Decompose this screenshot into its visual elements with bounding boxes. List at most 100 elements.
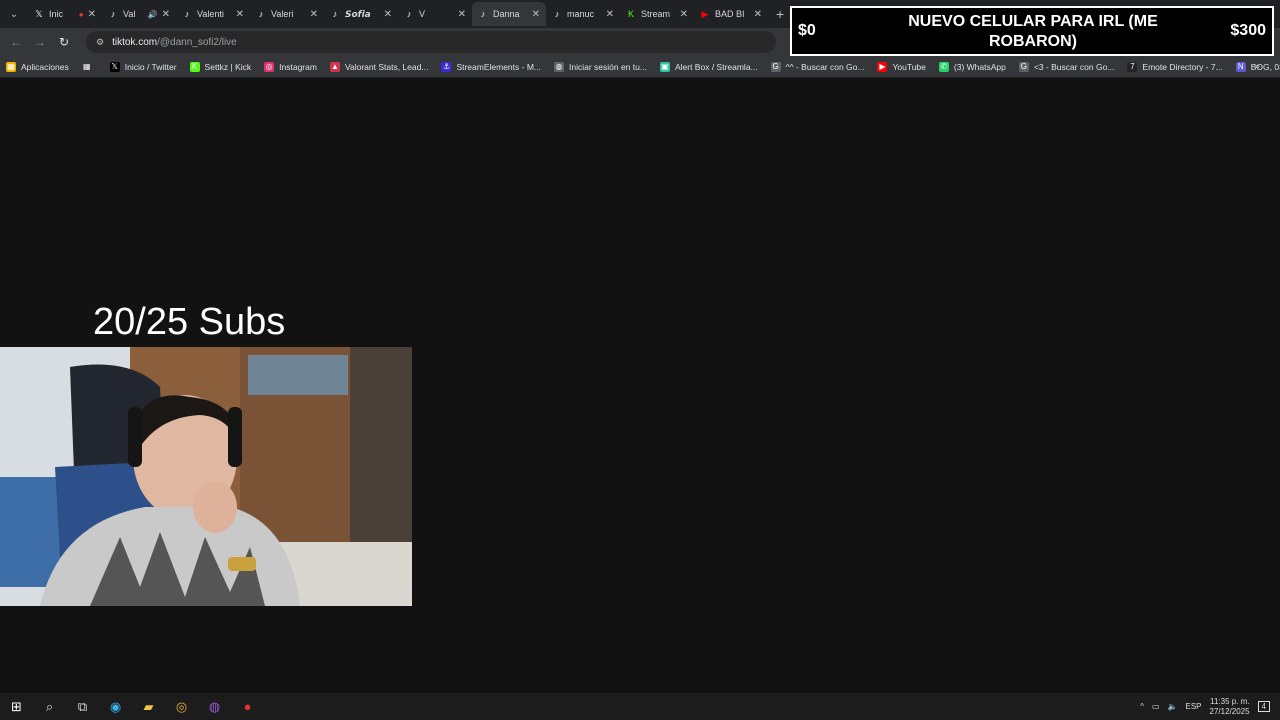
notification-icon[interactable]: 4	[1257, 701, 1270, 712]
volume-icon[interactable]: 🔈	[1168, 702, 1178, 711]
clock[interactable]: 11:35 p. m. 27/12/2025	[1210, 697, 1250, 717]
close-tab-icon[interactable]: ✕	[458, 9, 466, 20]
x-icon: 𝕏	[109, 61, 120, 72]
bookmark-label: StreamElements - M...	[456, 61, 541, 72]
bookmark-item[interactable]: K Settkz | Kick	[189, 61, 251, 72]
tracker-icon: ▲	[329, 61, 340, 72]
url-path: /@dann_sofi2/live	[157, 36, 237, 48]
tiktok-icon: ♪	[184, 9, 190, 19]
tab-title: manuc	[567, 9, 595, 19]
bookmark-item[interactable]: G <3 - Buscar con Go...	[1018, 61, 1114, 72]
bookmark-item[interactable]: ◎ Instagram	[264, 61, 317, 72]
chevron-down-icon: ⌄	[9, 8, 19, 20]
streamelements-icon: ⚓	[441, 61, 452, 72]
globe-icon: ◍	[554, 61, 564, 72]
windows-start-icon[interactable]: ⊞	[0, 693, 33, 720]
back-button[interactable]: ←	[4, 35, 28, 49]
tiktok-icon: ♪	[406, 9, 412, 19]
file-explorer-icon[interactable]: ▰	[132, 693, 165, 720]
obs-icon[interactable]: ●	[231, 693, 264, 720]
bookmark-item[interactable]: ▲ Valorant Stats, Lead...	[329, 61, 428, 72]
recording-icon[interactable]: ●	[79, 10, 84, 19]
chrome-icon[interactable]: ◎	[165, 693, 198, 720]
bookmark-item[interactable]: ⚓ StreamElements - M...	[441, 61, 541, 72]
bookmark-label: Alert Box / Streamla...	[674, 61, 758, 72]
google-icon: G	[1018, 61, 1029, 72]
language-indicator[interactable]: ESP	[1185, 702, 1201, 711]
tab-4[interactable]: ♪ 𝙎𝙤𝙛𝙞𝙖 ✕	[324, 2, 398, 26]
apps-icon: ▦	[6, 61, 16, 72]
tab-1[interactable]: ♪ Val 🔊 ✕	[102, 2, 176, 26]
bookmarks-overflow-button[interactable]: »	[1254, 61, 1260, 72]
close-tab-icon[interactable]: ✕	[384, 9, 392, 20]
whatsapp-icon: ✆	[938, 61, 949, 72]
tiktok-icon: ♪	[110, 9, 116, 19]
tab-0[interactable]: 𝕏 Inic ● ✕	[28, 2, 102, 26]
tab-8[interactable]: K Stream ✕	[620, 2, 694, 26]
bookmark-label: Emote Directory - 7...	[1142, 61, 1223, 72]
address-bar[interactable]: ⚙ tiktok.com/@dann_sofi2/live	[86, 31, 776, 53]
task-view-icon[interactable]: ⧉	[66, 693, 99, 720]
tiktok-icon: ♪	[258, 9, 264, 19]
tiktok-icon: ♪	[480, 9, 486, 19]
tab-title: BAD BI	[715, 9, 745, 19]
close-tab-icon[interactable]: ✕	[88, 9, 96, 20]
bookmark-item[interactable]: ▣ Alert Box / Streamla...	[659, 61, 758, 72]
goal-current: $0	[798, 22, 816, 39]
tiktok-icon: ♪	[554, 9, 560, 19]
chevron-up-icon[interactable]: ^	[1140, 702, 1144, 711]
system-tray: ^ ▭ 🔈 ESP 11:35 p. m. 27/12/2025 4	[1140, 693, 1280, 720]
goal-target: $300	[1230, 22, 1266, 39]
close-tab-icon[interactable]: ✕	[310, 9, 318, 20]
bookmark-item[interactable]: G ^^ - Buscar con Go...	[770, 61, 864, 72]
instagram-icon: ◎	[264, 61, 275, 72]
network-icon[interactable]: ▭	[1152, 702, 1160, 711]
tab-search-button[interactable]: ⌄	[4, 4, 24, 24]
tab-title: Val	[123, 9, 136, 19]
bookmark-item[interactable]: 7 Emote Directory - 7...	[1127, 61, 1223, 72]
forward-button[interactable]: →	[28, 35, 52, 49]
bookmark-label: Iniciar sesión en tu...	[569, 61, 647, 72]
tab-3[interactable]: ♪ Valeri ✕	[250, 2, 324, 26]
close-tab-icon[interactable]: ✕	[680, 9, 688, 20]
bookmark-item[interactable]: ◍ Iniciar sesión en tu...	[554, 61, 647, 72]
bookmark-label: (3) WhatsApp	[953, 61, 1006, 72]
tab-title: Valenti	[197, 9, 224, 19]
close-tab-icon[interactable]: ✕	[532, 9, 540, 20]
new-tab-button[interactable]: +	[776, 6, 784, 22]
close-tab-icon[interactable]: ✕	[754, 9, 762, 20]
tab-2[interactable]: ♪ Valenti ✕	[176, 2, 250, 26]
clock-date: 27/12/2025	[1209, 706, 1250, 716]
bookmark-item[interactable]: ▶ YouTube	[877, 61, 926, 72]
tiktok-icon: ♪	[332, 9, 338, 19]
tab-6[interactable]: ♪ Danna ✕	[472, 2, 546, 26]
webcam-image	[0, 347, 412, 606]
tab-7[interactable]: ♪ manuc ✕	[546, 2, 620, 26]
x-icon: 𝕏	[35, 8, 43, 19]
grid-icon: ▦	[81, 61, 92, 72]
site-info-icon[interactable]: ⚙	[96, 37, 104, 48]
twitch-like-app-icon[interactable]: ◍	[198, 693, 231, 720]
tab-title: Valeri	[271, 9, 294, 19]
bookmark-item[interactable]: ▦ Aplicaciones	[6, 61, 69, 72]
audio-playing-icon[interactable]: 🔊	[148, 10, 158, 19]
url-host: tiktok.com	[112, 36, 158, 48]
windows-taskbar: ⊞ ⌕ ⧉ ◉ ▰ ◎ ◍ ● ^ ▭ 🔈 ESP 11:35 p. m. 27…	[0, 693, 1280, 720]
close-tab-icon[interactable]: ✕	[162, 9, 170, 20]
close-tab-icon[interactable]: ✕	[236, 9, 244, 20]
bookmark-item[interactable]: ▦	[81, 61, 97, 72]
tab-title: Inic	[49, 9, 64, 19]
tab-9[interactable]: ▶ BAD BI ✕	[694, 2, 768, 26]
bookmarks-bar: ▦ Aplicaciones ▦ 𝕏 Inicio / Twitter K Settkz |…	[0, 56, 1280, 78]
youtube-icon: ▶	[877, 61, 888, 72]
7tv-icon: 7	[1127, 61, 1138, 72]
tab-5[interactable]: ♪ V ✕	[398, 2, 472, 26]
search-icon[interactable]: ⌕	[33, 693, 66, 720]
reload-button[interactable]: ↻	[52, 35, 76, 49]
donation-goal-overlay: $0 NUEVO CELULAR PARA IRL (ME ROBARON) $…	[790, 6, 1274, 56]
bookmark-item[interactable]: 𝕏 Inicio / Twitter	[109, 61, 177, 72]
clock-time: 11:35 p. m.	[1210, 696, 1250, 706]
edge-icon[interactable]: ◉	[99, 693, 132, 720]
close-tab-icon[interactable]: ✕	[606, 9, 614, 20]
bookmark-item[interactable]: ✆ (3) WhatsApp	[938, 61, 1006, 72]
